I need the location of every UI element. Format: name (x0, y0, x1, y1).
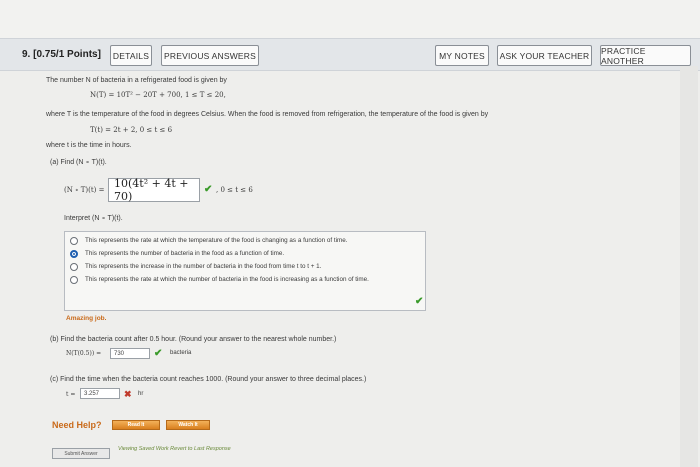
radio-button[interactable] (70, 263, 78, 271)
choice-label: This represents the rate at which the nu… (85, 276, 369, 283)
previous-answers-button[interactable]: PREVIOUS ANSWERS (161, 45, 259, 66)
read-it-button[interactable]: Read It (112, 420, 160, 430)
choice-label: This represents the number of bacteria i… (85, 250, 285, 257)
check-icon: ✔ (204, 184, 213, 195)
choice-option[interactable]: This represents the rate at which the nu… (70, 276, 415, 284)
part-b-answer-value: 730 (114, 350, 125, 357)
choice-label: This represents the increase in the numb… (85, 263, 322, 270)
right-margin (680, 66, 698, 467)
ask-teacher-button[interactable]: ASK YOUR TEACHER (497, 45, 592, 66)
part-a-label: (a) Find (N ∘ T)(t). (50, 159, 107, 166)
choice-option[interactable]: This represents the number of bacteria i… (70, 250, 284, 258)
part-c-answer-value: 3.257 (84, 390, 100, 397)
part-c-lhs: t = (66, 391, 76, 398)
formula-n: N(T) = 10T² − 20T + 700, 1 ≤ T ≤ 20, (90, 91, 226, 99)
radio-button-selected[interactable] (70, 250, 78, 258)
radio-button[interactable] (70, 276, 78, 284)
saved-work-text[interactable]: Viewing Saved Work Revert to Last Respon… (118, 446, 231, 452)
practice-another-button[interactable]: PRACTICE ANOTHER (600, 45, 691, 66)
part-c-answer-field[interactable]: 3.257 (80, 388, 120, 399)
details-button[interactable]: DETAILS (110, 45, 152, 66)
part-b-answer-field[interactable]: 730 (110, 348, 150, 359)
top-band (0, 0, 700, 38)
watch-it-button[interactable]: Watch It (166, 420, 210, 430)
part-c-label: (c) Find the time when the bacteria coun… (50, 376, 367, 383)
feedback-text: Amazing job. (66, 315, 107, 322)
interpretation-choices: This represents the rate at which the te… (64, 231, 426, 311)
my-notes-button[interactable]: MY NOTES (435, 45, 489, 66)
part-b-unit: bacteria (170, 350, 192, 356)
choice-option[interactable]: This represents the increase in the numb… (70, 263, 321, 271)
radio-button[interactable] (70, 237, 78, 245)
submit-answer-button[interactable]: Submit Answer (52, 448, 110, 459)
part-a-domain: , 0 ≤ t ≤ 6 (216, 186, 253, 194)
formula-t: T(t) = 2t + 2, 0 ≤ t ≤ 6 (90, 126, 173, 134)
need-help-label: Need Help? (52, 420, 102, 430)
question-number: 9. [0.75/1 Points] (22, 49, 101, 60)
where-t-text: where T is the temperature of the food i… (46, 111, 489, 118)
part-c-unit: hr (138, 391, 144, 397)
part-a-lhs: (N ∘ T)(t) = (64, 186, 105, 194)
check-icon: ✔ (154, 348, 163, 359)
intro-text: The number N of bacteria in a refrigerat… (46, 77, 227, 84)
part-b-label: (b) Find the bacteria count after 0.5 ho… (50, 336, 337, 343)
part-b-lhs: N(T(0.5)) = (66, 350, 102, 357)
check-icon: ✔ (415, 296, 424, 307)
question-header (0, 38, 700, 71)
part-a-answer-field[interactable]: 10(4t² + 4t + 70) (108, 177, 200, 203)
choice-option[interactable]: This represents the rate at which the te… (70, 237, 348, 245)
cross-icon: ✖ (124, 389, 132, 399)
choice-label: This represents the rate at which the te… (85, 237, 348, 244)
part-a-answer-value: 10(4t² + 4t + 70) (114, 177, 189, 203)
interpret-prompt: Interpret (N ∘ T)(t). (64, 215, 123, 222)
where-time-text: where t is the time in hours. (46, 142, 132, 149)
